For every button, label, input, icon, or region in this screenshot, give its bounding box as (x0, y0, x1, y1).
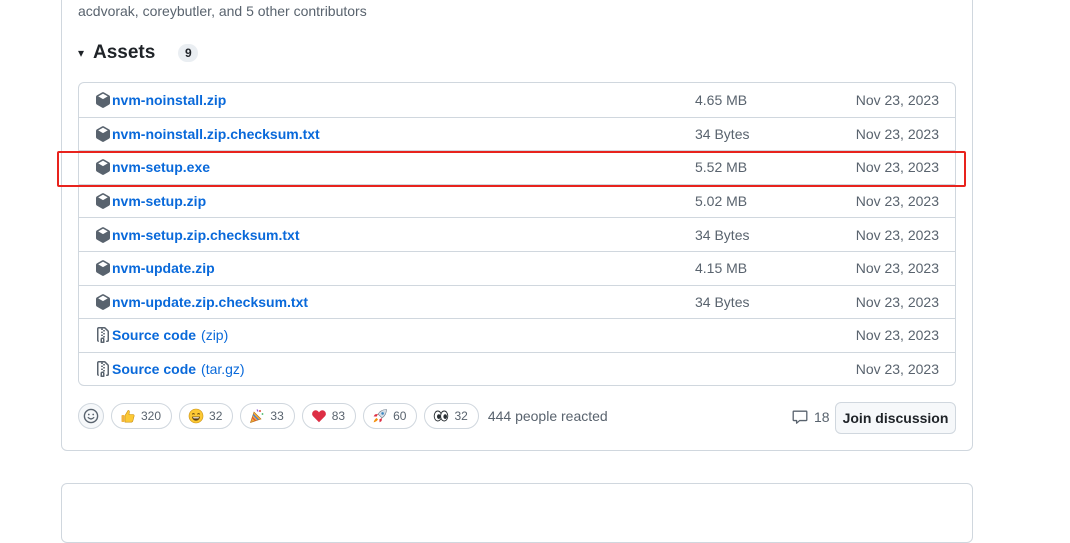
reaction-count: 83 (331, 409, 346, 423)
asset-list: nvm-noinstall.zip 4.65 MB Nov 23, 2023 n… (78, 82, 956, 386)
asset-link[interactable]: nvm-setup.exe (95, 151, 210, 184)
asset-date: Nov 23, 2023 (855, 361, 939, 378)
reactions-bar: 320 32 33 83 60 32 444 people reacted (78, 402, 608, 430)
comments-count[interactable]: 18 (792, 403, 830, 431)
asset-name: nvm-setup.exe (112, 159, 211, 176)
asset-date: Nov 23, 2023 (855, 327, 939, 344)
asset-link[interactable]: nvm-update.zip.checksum.txt (95, 286, 308, 319)
asset-size: 34 Bytes (695, 226, 750, 243)
package-icon (96, 159, 110, 176)
eyes-icon (434, 410, 449, 422)
asset-name: nvm-noinstall.zip.checksum.txt (112, 125, 320, 142)
reaction-count: 60 (393, 409, 407, 423)
package-icon (96, 260, 110, 277)
reaction-hooray[interactable]: 33 (240, 403, 295, 429)
asset-row: nvm-update.zip.checksum.txt 34 Bytes Nov… (79, 284, 955, 319)
asset-row: nvm-noinstall.zip 4.65 MB Nov 23, 2023 (79, 83, 955, 117)
assets-toggle[interactable]: ▾ Assets 9 (78, 40, 199, 66)
asset-name: nvm-setup.zip (112, 193, 207, 210)
asset-format: (tar.gz) (201, 361, 245, 378)
asset-link[interactable]: nvm-setup.zip (95, 185, 206, 218)
reaction-rocket[interactable]: 60 (363, 403, 418, 429)
laugh-icon (188, 408, 204, 424)
contributors-text: acdvorak, coreybutler, and 5 other contr… (78, 3, 367, 19)
heart-icon (311, 410, 326, 423)
next-release-card (61, 483, 973, 543)
package-icon (96, 294, 110, 310)
asset-name: Source code (112, 327, 197, 344)
package-icon (96, 126, 110, 142)
asset-row: nvm-noinstall.zip.checksum.txt 34 Bytes … (79, 116, 955, 151)
add-reaction-button[interactable] (78, 403, 104, 429)
reaction-count: 320 (141, 409, 162, 423)
asset-row: Source code (zip) Nov 23, 2023 (79, 318, 955, 352)
asset-link[interactable]: nvm-update.zip (95, 252, 215, 285)
rocket-icon (373, 409, 387, 423)
file-zip-icon (97, 327, 109, 344)
join-discussion-button[interactable]: Join discussion (835, 402, 956, 434)
asset-format: (zip) (201, 327, 229, 344)
asset-date: Nov 23, 2023 (855, 91, 939, 108)
comments-count-text: 18 (814, 409, 830, 425)
asset-date: Nov 23, 2023 (855, 193, 939, 210)
asset-date: Nov 23, 2023 (855, 293, 939, 310)
party-popper-icon (250, 409, 264, 423)
assets-title: Assets (93, 42, 156, 63)
reaction-heart[interactable]: 83 (301, 403, 357, 429)
asset-link[interactable]: nvm-noinstall.zip.checksum.txt (95, 118, 320, 151)
reactions-summary: 444 people reacted (487, 408, 608, 424)
asset-row: nvm-setup.exe 5.52 MB Nov 23, 2023 (79, 150, 955, 184)
asset-name: nvm-setup.zip.checksum.txt (112, 226, 300, 243)
asset-date: Nov 23, 2023 (855, 260, 939, 277)
asset-date: Nov 23, 2023 (855, 226, 939, 243)
reaction-eyes[interactable]: 32 (424, 403, 479, 429)
asset-size: 5.02 MB (695, 193, 748, 210)
asset-name: nvm-noinstall.zip (112, 91, 227, 108)
reaction-laugh[interactable]: 32 (179, 403, 234, 429)
asset-link[interactable]: Source code (zip) (95, 319, 228, 352)
asset-size: 4.65 MB (695, 91, 748, 108)
asset-date: Nov 23, 2023 (855, 159, 939, 176)
smiley-icon (83, 408, 99, 424)
asset-link[interactable]: nvm-noinstall.zip (95, 83, 226, 117)
asset-name: Source code (112, 361, 197, 378)
comment-icon (792, 410, 808, 424)
asset-size: 34 Bytes (695, 293, 750, 310)
asset-name: nvm-update.zip.checksum.txt (112, 293, 309, 310)
reaction-count: 32 (209, 409, 223, 423)
package-icon (96, 193, 110, 209)
package-icon (96, 91, 110, 108)
asset-size: 5.52 MB (695, 159, 748, 176)
package-icon (96, 226, 110, 243)
asset-link[interactable]: Source code (tar.gz) (95, 353, 245, 385)
asset-link[interactable]: nvm-setup.zip.checksum.txt (95, 218, 300, 251)
asset-size: 34 Bytes (695, 125, 750, 142)
assets-count-badge: 9 (178, 44, 199, 62)
file-zip-icon (97, 361, 109, 378)
thumbs-up-icon (121, 410, 135, 423)
asset-row: nvm-setup.zip.checksum.txt 34 Bytes Nov … (79, 217, 955, 251)
asset-row: nvm-setup.zip 5.02 MB Nov 23, 2023 (79, 183, 955, 218)
reaction-count: 32 (454, 409, 468, 423)
asset-name: nvm-update.zip (112, 260, 215, 277)
caret-down-icon: ▾ (78, 46, 85, 60)
asset-size: 4.15 MB (695, 260, 748, 277)
reaction-thumbs-up[interactable]: 320 (111, 403, 173, 429)
asset-row: Source code (tar.gz) Nov 23, 2023 (79, 351, 955, 385)
asset-date: Nov 23, 2023 (855, 125, 939, 142)
reaction-count: 33 (270, 409, 284, 423)
asset-row: nvm-update.zip 4.15 MB Nov 23, 2023 (79, 250, 955, 285)
